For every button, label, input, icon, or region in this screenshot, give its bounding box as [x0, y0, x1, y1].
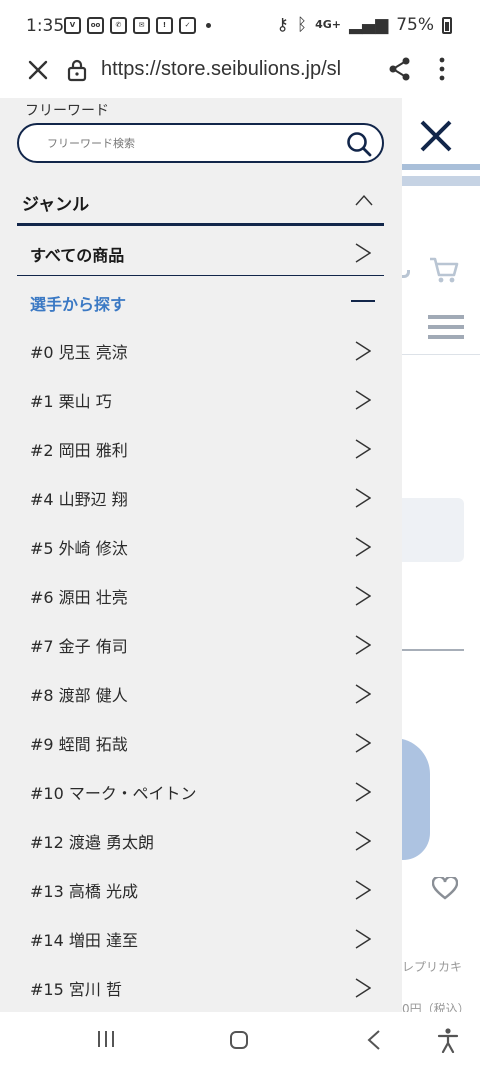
- status-bar: 1:35 V oo ✆ ✉ ! ✓ ⚷ ᛒ 4G+ ▂▄▆ 75%: [0, 0, 480, 50]
- chevron-right-icon: [355, 488, 371, 508]
- key-icon: ⚷: [276, 15, 289, 35]
- chevron-right-icon: [355, 341, 371, 361]
- cart-icon[interactable]: [428, 253, 460, 285]
- system-nav-bar: [0, 1012, 480, 1067]
- signal-icon: ▂▄▆: [348, 15, 389, 35]
- browser-toolbar: https://store.seibulions.jp/sl: [0, 50, 480, 98]
- player-list-item[interactable]: #12 渡邉 勇太朗: [17, 816, 384, 865]
- accessibility-icon[interactable]: [437, 1027, 459, 1053]
- player-list-item[interactable]: #6 源田 壮亮: [17, 571, 384, 620]
- player-list-item[interactable]: #14 増田 達至: [17, 914, 384, 963]
- player-name: #8 渡部 健人: [30, 686, 128, 705]
- voicemail-icon: oo: [87, 17, 104, 34]
- more-notifications-dot-icon: [206, 23, 211, 28]
- menu-drawer: フリーワード ジャンル すべての商品 選手から探す #0 児玉 亮涼 #1 栗山…: [0, 98, 402, 1012]
- genre-label: ジャンル: [22, 195, 90, 215]
- chevron-right-icon: [355, 537, 371, 557]
- product-name-fragment: レプリカキ: [402, 960, 463, 974]
- recent-apps-icon[interactable]: [96, 1030, 116, 1048]
- status-system-icons: ⚷ ᛒ 4G+ ▂▄▆ 75%: [276, 15, 452, 35]
- chevron-right-icon: [355, 733, 371, 753]
- player-name: #10 マーク・ペイトン: [30, 784, 197, 803]
- chevron-right-icon: [355, 978, 371, 998]
- chevron-right-icon: [355, 831, 371, 851]
- home-icon[interactable]: [229, 1030, 249, 1050]
- status-time: 1:35: [26, 16, 65, 36]
- player-list-item[interactable]: #8 渡部 健人: [17, 669, 384, 718]
- close-menu-icon[interactable]: [418, 118, 454, 154]
- alert-shield-icon: !: [156, 17, 173, 34]
- player-section-header[interactable]: 選手から探す: [17, 277, 384, 325]
- search-box: [17, 123, 384, 163]
- player-list-item[interactable]: #5 外崎 修汰: [17, 522, 384, 571]
- info-panel: [402, 498, 464, 562]
- player-name: #7 金子 侑司: [30, 637, 128, 656]
- lock-icon[interactable]: [66, 58, 88, 82]
- battery-icon: [442, 16, 452, 34]
- player-list-item[interactable]: #7 金子 侑司: [17, 620, 384, 669]
- battery-percent: 75%: [396, 15, 434, 35]
- search-icon[interactable]: [346, 131, 372, 157]
- email-icon: ✉: [133, 17, 150, 34]
- back-icon[interactable]: [367, 1030, 381, 1050]
- share-icon[interactable]: [388, 56, 412, 82]
- collapse-minus-icon: [351, 300, 375, 302]
- player-section-label: 選手から探す: [30, 295, 127, 314]
- status-notification-icons: V oo ✆ ✉ ! ✓: [64, 17, 211, 34]
- account-icon-fragment: [402, 270, 410, 278]
- chevron-up-icon: [355, 194, 373, 206]
- vpass-icon: V: [64, 17, 81, 34]
- player-name: #1 栗山 巧: [30, 392, 112, 411]
- hamburger-menu-icon[interactable]: [428, 314, 464, 340]
- header-stripe: [402, 176, 480, 186]
- url-bar[interactable]: https://store.seibulions.jp/sl: [101, 54, 373, 86]
- chevron-right-icon: [355, 880, 371, 900]
- player-list-item[interactable]: #1 栗山 巧: [17, 375, 384, 424]
- check-shield-icon: ✓: [179, 17, 196, 34]
- close-tab-icon[interactable]: [26, 56, 50, 84]
- genre-accordion-header[interactable]: ジャンル: [17, 186, 384, 226]
- player-list-item[interactable]: #2 岡田 雅利: [17, 424, 384, 473]
- player-list-item[interactable]: #9 蛭間 拓哉: [17, 718, 384, 767]
- player-name: #5 外崎 修汰: [30, 539, 128, 558]
- chevron-right-icon: [355, 243, 371, 263]
- player-name: #9 蛭間 拓哉: [30, 735, 128, 754]
- player-name: #13 高橋 光成: [30, 882, 138, 901]
- chevron-right-icon: [355, 929, 371, 949]
- player-name: #2 岡田 雅利: [30, 441, 128, 460]
- more-options-icon[interactable]: [432, 55, 452, 83]
- chevron-right-icon: [355, 586, 371, 606]
- player-name: #14 増田 達至: [30, 931, 138, 950]
- player-list-item[interactable]: #15 宮川 哲: [17, 963, 384, 1012]
- chevron-right-icon: [355, 684, 371, 704]
- divider: [402, 649, 464, 651]
- search-input[interactable]: [47, 133, 337, 153]
- player-list: #0 児玉 亮涼 #1 栗山 巧 #2 岡田 雅利 #4 山野辺 翔 #5 外崎…: [17, 326, 384, 1012]
- player-name: #12 渡邉 勇太朗: [30, 833, 154, 852]
- chevron-right-icon: [355, 439, 371, 459]
- wifi-calling-icon: ✆: [110, 17, 127, 34]
- network-type: 4G+: [315, 18, 341, 31]
- player-list-item[interactable]: #0 児玉 亮涼: [17, 326, 384, 375]
- chevron-right-icon: [355, 635, 371, 655]
- favorite-heart-icon[interactable]: [432, 877, 458, 901]
- chevron-right-icon: [355, 782, 371, 802]
- player-name: #0 児玉 亮涼: [30, 343, 128, 362]
- freeword-label: フリーワード: [25, 103, 109, 119]
- player-name: #6 源田 壮亮: [30, 588, 128, 607]
- bluetooth-icon: ᛒ: [296, 15, 308, 35]
- all-products-label: すべての商品: [30, 246, 125, 265]
- player-list-item[interactable]: #10 マーク・ペイトン: [17, 767, 384, 816]
- player-name: #4 山野辺 翔: [30, 490, 128, 509]
- header-stripe: [402, 164, 480, 170]
- player-list-item[interactable]: #4 山野辺 翔: [17, 473, 384, 522]
- player-list-item[interactable]: #13 高橋 光成: [17, 865, 384, 914]
- divider: [402, 354, 480, 355]
- all-products-link[interactable]: すべての商品: [17, 229, 384, 276]
- chevron-right-icon: [355, 390, 371, 410]
- player-name: #15 宮川 哲: [30, 980, 122, 999]
